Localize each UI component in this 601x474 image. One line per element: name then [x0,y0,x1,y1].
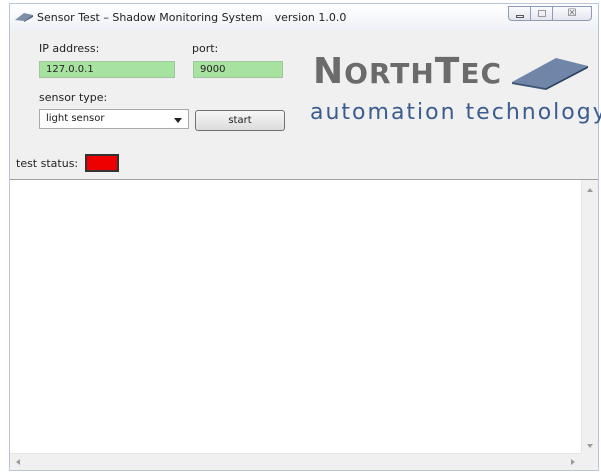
test-status-label: test status: [16,157,79,170]
chevron-down-icon [174,118,182,123]
logo-ec: EC [460,57,503,90]
test-status-indicator [85,154,119,172]
start-button[interactable]: start [195,110,285,131]
logo-mark-icon [512,58,588,90]
sensor-type-select[interactable]: light sensor [39,109,189,129]
ip-address-field[interactable]: 127.0.0.1 [39,61,175,78]
scroll-down-icon[interactable] [587,444,593,448]
window-title: Sensor Test – Shadow Monitoring System ve… [37,11,346,24]
window-title-text: Sensor Test – Shadow Monitoring System [37,11,263,24]
scroll-right-icon[interactable] [571,459,575,465]
horizontal-scrollbar[interactable] [10,453,581,470]
logo-tagline: automation technology [310,100,601,125]
ip-address-label: IP address: [39,42,100,55]
maximize-icon [537,10,546,17]
window-version: version 1.0.0 [274,11,347,24]
sensor-type-label: sensor type: [39,91,108,104]
logo-letter-n: N [313,51,345,92]
logo-letter-t: T [434,51,461,92]
vertical-scrollbar[interactable] [581,180,598,454]
minimize-button[interactable] [508,6,531,21]
port-field[interactable]: 9000 [193,61,283,78]
log-output[interactable] [10,179,598,470]
close-icon: ☒ [567,8,577,19]
maximize-button[interactable] [530,6,553,21]
scroll-left-icon[interactable] [16,459,20,465]
main-window: Sensor Test – Shadow Monitoring System ve… [9,3,601,471]
port-label: port: [192,42,219,55]
minimize-icon [515,14,524,18]
northtec-logo: NORTHTEC [313,52,502,94]
sensor-type-value: light sensor [46,113,105,124]
close-button[interactable]: ☒ [552,6,592,21]
logo-orth: ORTH [344,57,435,90]
title-bar[interactable]: Sensor Test – Shadow Monitoring System ve… [10,4,598,30]
window-controls: ☒ [508,6,592,21]
scrollbar-corner [581,453,598,470]
app-icon [15,13,33,22]
scroll-up-icon[interactable] [587,188,593,192]
